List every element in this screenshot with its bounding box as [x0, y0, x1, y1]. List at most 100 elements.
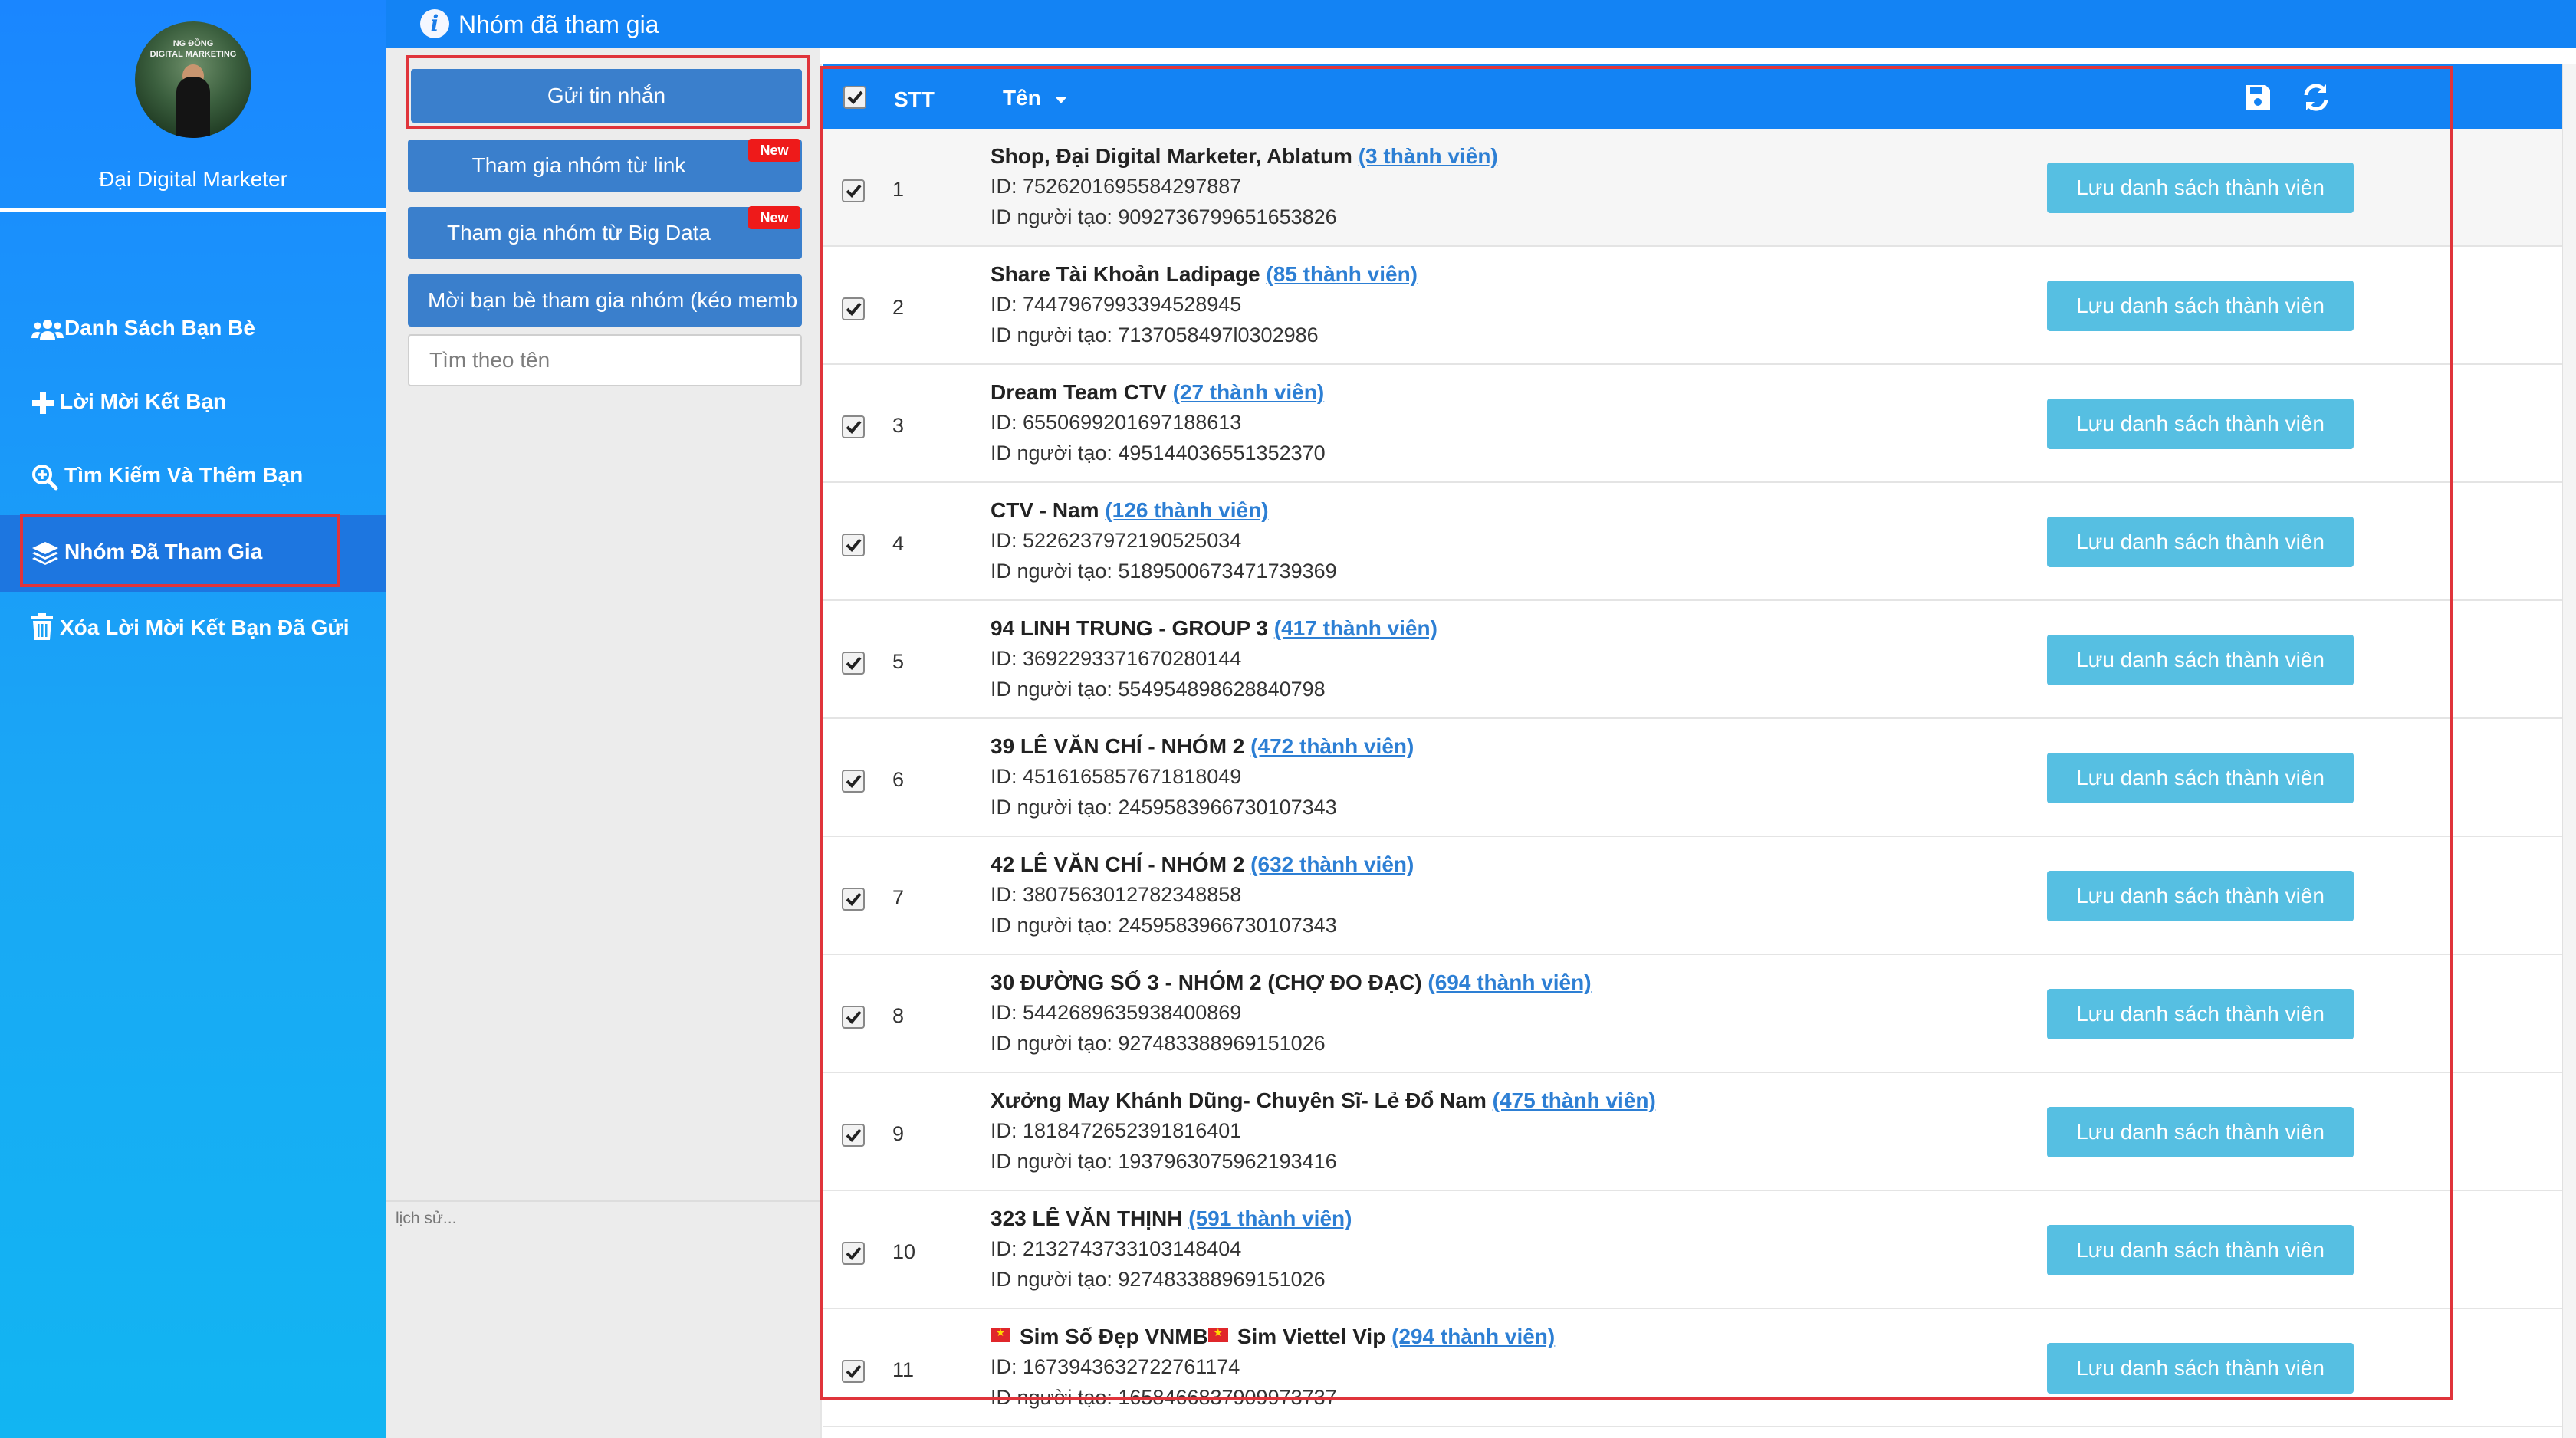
save-member-list-button[interactable]: Lưu danh sách thành viên	[2047, 753, 2354, 803]
save-member-list-button[interactable]: Lưu danh sách thành viên	[2047, 1343, 2354, 1394]
save-member-list-button[interactable]: Lưu danh sách thành viên	[2047, 517, 2354, 567]
groups-table: STT Tên 1 Shop, Đại Digital Marketer, Abl…	[820, 64, 2576, 1438]
row-checkbox[interactable]	[842, 1242, 865, 1265]
member-count-link[interactable]: (472 thành viên)	[1250, 734, 1414, 758]
group-id: 7447967993394528945	[1023, 293, 1242, 316]
row-checkbox[interactable]	[842, 888, 865, 911]
group-id: 7526201695584297887	[1023, 175, 1242, 198]
member-count-link[interactable]: (27 thành viên)	[1173, 380, 1325, 404]
invite-friends-to-group-button[interactable]: Mời bạn bè tham gia nhóm (kéo memb	[408, 274, 802, 327]
group-name: Shop, Đại Digital Marketer, Ablatum	[991, 144, 1352, 168]
creator-id: 2459583966730107343	[1118, 796, 1337, 819]
group-id: 6550699201697188613	[1023, 411, 1242, 434]
id-prefix: ID:	[991, 765, 1024, 788]
join-group-from-bigdata-button[interactable]: Tham gia nhóm từ Big Data	[408, 207, 802, 259]
save-icon[interactable]	[2243, 83, 2272, 116]
sidebar-item-label: Danh Sách Bạn Bè	[64, 316, 255, 340]
active-nav-highlight-outline	[20, 514, 340, 587]
save-member-list-button[interactable]: Lưu danh sách thành viên	[2047, 1225, 2354, 1275]
group-id-line: ID: 6550699201697188613	[991, 411, 1241, 435]
member-count-link[interactable]: (475 thành viên)	[1493, 1088, 1656, 1112]
member-count-link[interactable]: (632 thành viên)	[1250, 852, 1414, 876]
row-stt: 8	[892, 1004, 905, 1027]
id-prefix: ID:	[991, 529, 1024, 552]
creator-id: 9274833889691510​26	[1118, 1268, 1326, 1291]
join-from-bigdata-label: Tham gia nhóm từ Big Data	[446, 221, 711, 245]
creator-id-line: ID người tạo: 9092736799651653826	[991, 205, 1337, 229]
table-row: 6 39 LÊ VĂN CHÍ - NHÓM 2 (472 thành viên)…	[823, 719, 2562, 837]
refresh-icon[interactable]	[2300, 81, 2332, 117]
group-id-line: ID: 1818472652391816401	[991, 1119, 1241, 1143]
sidebar-item-friends-list[interactable]: Danh Sách Bạn Bè	[0, 316, 386, 353]
select-all-checkbox[interactable]	[843, 86, 866, 109]
creator-prefix: ID người tạo:	[991, 678, 1119, 701]
group-id-line: ID: 4516165857671818049	[991, 765, 1241, 789]
table-row: 9 Xưởng May Khánh Dũng- Chuyên Sĩ- Lẻ Đổ …	[823, 1073, 2562, 1191]
member-count-link[interactable]: (591 thành viên)	[1188, 1207, 1352, 1230]
trash-icon	[31, 613, 60, 641]
save-member-list-button[interactable]: Lưu danh sách thành viên	[2047, 163, 2354, 213]
member-count-link[interactable]: (694 thành viên)	[1428, 970, 1591, 994]
creator-id-line: ID người tạo: 1937963075962193416	[991, 1150, 1337, 1174]
group-name: Xưởng May Khánh Dũng- Chuyên Sĩ- Lẻ Đổ N…	[991, 1088, 1487, 1112]
join-group-from-link-button[interactable]: Tham gia nhóm từ link	[408, 140, 802, 192]
creator-id-line: ID người tạo: 4951440365513523​70	[991, 442, 1326, 465]
search-by-name-input[interactable]	[408, 334, 802, 386]
group-name: 30 ĐƯỜNG SỐ 3 - NHÓM 2 (CHỢ ĐO ĐẠC)	[991, 970, 1422, 994]
avatar-person	[176, 77, 210, 138]
creator-prefix: ID người tạo:	[991, 1150, 1119, 1173]
group-title-line: Shop, Đại Digital Marketer, Ablatum (3 t…	[991, 144, 1498, 169]
row-checkbox[interactable]	[842, 534, 865, 556]
member-count-link[interactable]: (417 thành viên)	[1274, 616, 1438, 640]
creator-prefix: ID người tạo:	[991, 205, 1119, 228]
row-checkbox[interactable]	[842, 179, 865, 202]
sort-caret-down-icon[interactable]	[1055, 97, 1067, 103]
save-member-list-button[interactable]: Lưu danh sách thành viên	[2047, 635, 2354, 685]
group-title-line: 30 ĐƯỜNG SỐ 3 - NHÓM 2 (CHỢ ĐO ĐẠC) (694…	[991, 970, 1592, 995]
sidebar-item-label: Tìm Kiếm Và Thêm Bạn	[64, 463, 304, 487]
creator-prefix: ID người tạo:	[991, 914, 1119, 937]
column-header-name[interactable]: Tên	[1003, 86, 1041, 110]
member-count-link[interactable]: (85 thành viên)	[1266, 262, 1418, 286]
group-title-line: CTV - Nam (126 thành viên)	[991, 498, 1269, 523]
row-checkbox[interactable]	[842, 297, 865, 320]
row-checkbox[interactable]	[842, 770, 865, 793]
group-title-line: Dream Team CTV (27 thành viên)	[991, 380, 1324, 405]
sidebar-item-search-add-friends[interactable]: Tìm Kiếm Và Thêm Bạn	[0, 463, 386, 500]
row-checkbox[interactable]	[842, 1006, 865, 1029]
member-count-link[interactable]: (294 thành viên)	[1392, 1325, 1555, 1348]
row-stt: 5	[892, 650, 905, 673]
sidebar-item-friend-requests[interactable]: Lời Mời Kết Bạn	[0, 389, 386, 426]
group-id-line: ID: 7447967993394528945	[991, 293, 1241, 317]
row-stt: 9	[892, 1122, 905, 1145]
save-member-list-button[interactable]: Lưu danh sách thành viên	[2047, 399, 2354, 449]
scrollbar[interactable]	[2562, 64, 2576, 1438]
save-member-list-button[interactable]: Lưu danh sách thành viên	[2047, 1107, 2354, 1157]
member-count-link[interactable]: (126 thành viên)	[1105, 498, 1268, 522]
send-message-highlight-outline	[406, 55, 810, 129]
row-checkbox[interactable]	[842, 652, 865, 675]
group-id: 5442689635938400869	[1023, 1001, 1242, 1024]
creator-id-line: ID người tạo: 2459583966730107343	[991, 796, 1337, 819]
group-id-line: ID: 3692293371670280144	[991, 647, 1241, 671]
row-stt: 10	[892, 1240, 916, 1263]
id-prefix: ID:	[991, 293, 1024, 316]
save-member-list-button[interactable]: Lưu danh sách thành viên	[2047, 871, 2354, 921]
row-checkbox[interactable]	[842, 1360, 865, 1383]
creator-id-line: ID người tạo: 7137058497l0302986	[991, 323, 1319, 347]
member-count-link[interactable]: (3 thành viên)	[1359, 144, 1498, 168]
profile-name: Đại Digital Marketer	[99, 167, 288, 191]
row-checkbox[interactable]	[842, 415, 865, 438]
save-member-list-button[interactable]: Lưu danh sách thành viên	[2047, 989, 2354, 1039]
sidebar-item-delete-sent-requests[interactable]: Xóa Lời Mời Kết Bạn Đã Gửi	[0, 613, 386, 682]
creator-id-line: ID người tạo: 554954898628840798	[991, 678, 1326, 701]
avatar[interactable]: NG ĐỒNG DIGITAL MARKETING	[135, 21, 251, 138]
save-member-list-button[interactable]: Lưu danh sách thành viên	[2047, 281, 2354, 331]
creator-id: 9092736799651653826	[1118, 205, 1337, 228]
new-badge: New	[748, 139, 800, 162]
id-prefix: ID:	[991, 1119, 1024, 1142]
row-checkbox[interactable]	[842, 1124, 865, 1147]
group-title-line: Share Tài Khoản Ladipage (85 thành viên)	[991, 262, 1418, 287]
group-id: 4516165857671818049	[1023, 765, 1242, 788]
group-id: 5226237972190525034	[1023, 529, 1242, 552]
